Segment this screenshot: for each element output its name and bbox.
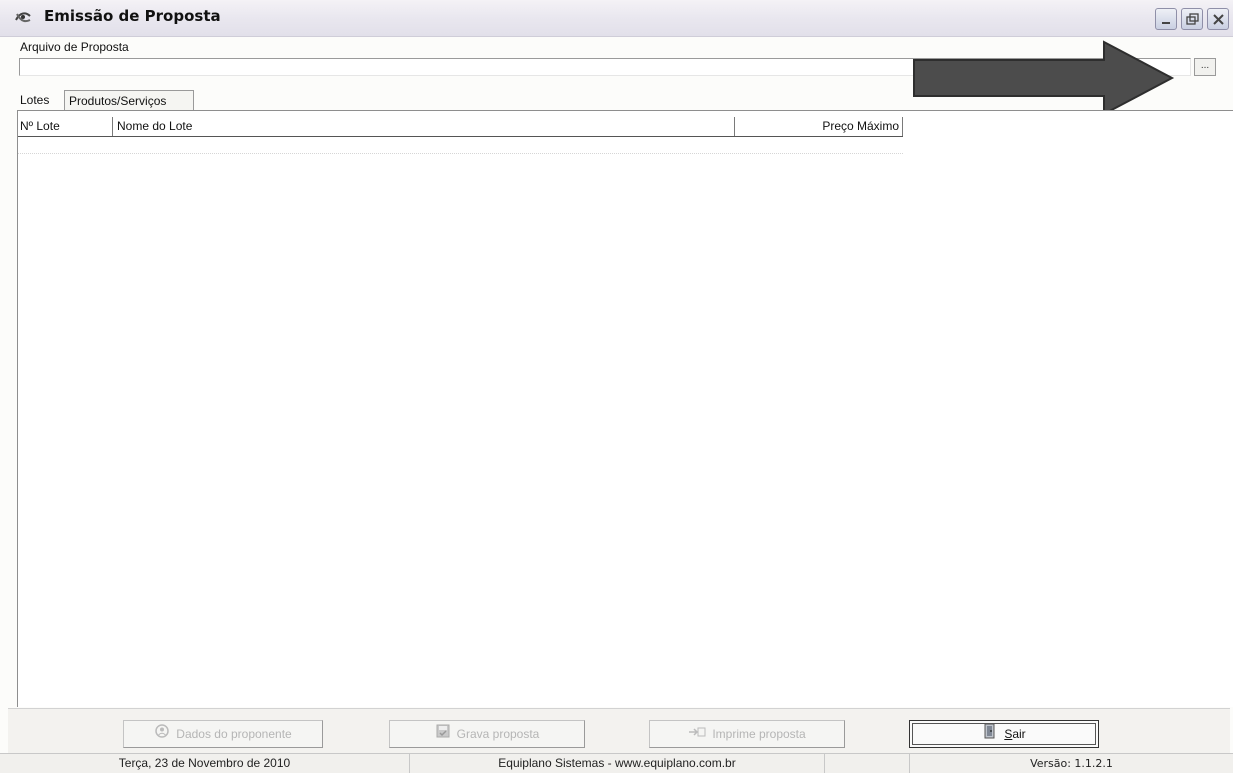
close-button[interactable] bbox=[1207, 8, 1229, 30]
save-icon bbox=[435, 722, 451, 748]
restore-button[interactable] bbox=[1181, 8, 1203, 30]
sair-button[interactable]: Sair bbox=[909, 720, 1099, 748]
action-bar: Dados do proponente Grava proposta Impri… bbox=[8, 708, 1230, 753]
minimize-button[interactable] bbox=[1155, 8, 1177, 30]
status-date: Terça, 23 de Novembro de 2010 bbox=[0, 754, 410, 773]
dados-proponente-button[interactable]: Dados do proponente bbox=[123, 720, 323, 748]
window-title: Emissão de Proposta bbox=[44, 7, 221, 25]
title-bar[interactable]: Emissão de Proposta bbox=[0, 0, 1233, 37]
restore-icon bbox=[1186, 13, 1199, 25]
grava-proposta-label: Grava proposta bbox=[456, 727, 540, 741]
status-bar: Terça, 23 de Novembro de 2010 Equiplano … bbox=[0, 753, 1233, 773]
close-icon bbox=[1213, 14, 1224, 25]
exit-door-icon bbox=[982, 722, 998, 748]
file-label: Arquivo de Proposta bbox=[20, 40, 129, 54]
annotation-arrow-icon bbox=[913, 40, 1175, 116]
tab-produtos-servicos[interactable]: Produtos/Serviços bbox=[64, 90, 194, 110]
column-header-preco-maximo[interactable]: Preço Máximo bbox=[735, 117, 903, 136]
print-icon bbox=[688, 722, 706, 748]
column-header-nome-lote[interactable]: Nome do Lote bbox=[113, 117, 735, 136]
status-company: Equiplano Sistemas - www.equiplano.com.b… bbox=[410, 754, 825, 773]
app-logo-icon bbox=[14, 8, 32, 26]
imprime-proposta-label: Imprime proposta bbox=[712, 727, 806, 741]
grava-proposta-button[interactable]: Grava proposta bbox=[389, 720, 585, 748]
column-header-num-lote[interactable]: Nº Lote bbox=[18, 117, 113, 136]
grid-header: Nº Lote Nome do Lote Preço Máximo bbox=[18, 117, 903, 137]
user-icon bbox=[154, 722, 170, 748]
lotes-grid[interactable]: Nº Lote Nome do Lote Preço Máximo bbox=[17, 110, 1233, 707]
status-empty-panel bbox=[825, 754, 910, 773]
table-row[interactable] bbox=[18, 138, 903, 154]
main-window: Emissão de Proposta Arquivo de Proposta … bbox=[0, 0, 1233, 773]
status-version: Versão: 1.1.2.1 bbox=[1030, 757, 1113, 770]
tab-lotes[interactable]: Lotes bbox=[16, 90, 64, 110]
imprime-proposta-button[interactable]: Imprime proposta bbox=[649, 720, 845, 748]
sair-label: Sair bbox=[1004, 727, 1026, 741]
minimize-icon bbox=[1162, 22, 1170, 24]
dados-proponente-label: Dados do proponente bbox=[176, 727, 292, 741]
